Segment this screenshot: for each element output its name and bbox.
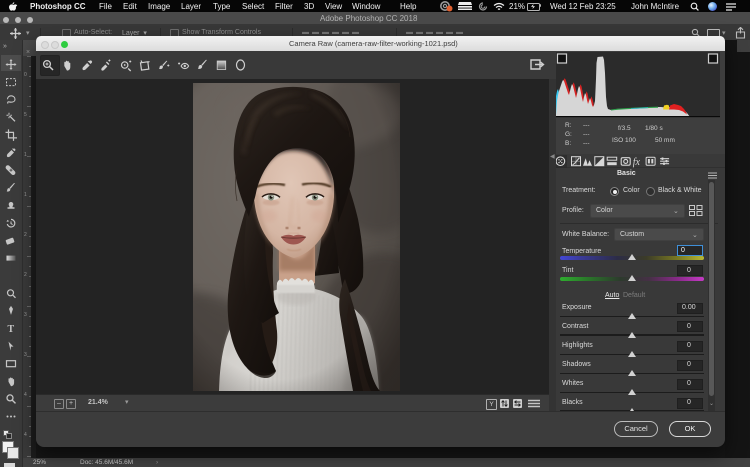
svg-text:4: 4 [24, 392, 27, 398]
svg-text:T: T [8, 324, 15, 335]
svg-text:5: 5 [24, 112, 27, 118]
svg-text:1: 1 [24, 152, 27, 158]
svg-text:fx: fx [633, 157, 641, 168]
svg-text:1: 1 [24, 192, 27, 198]
svg-text:3: 3 [24, 352, 27, 358]
svg-text:3: 3 [24, 312, 27, 318]
svg-text:2: 2 [24, 232, 27, 238]
svg-text:2: 2 [24, 272, 27, 278]
svg-text:4: 4 [24, 432, 27, 438]
svg-text:0: 0 [24, 72, 27, 78]
